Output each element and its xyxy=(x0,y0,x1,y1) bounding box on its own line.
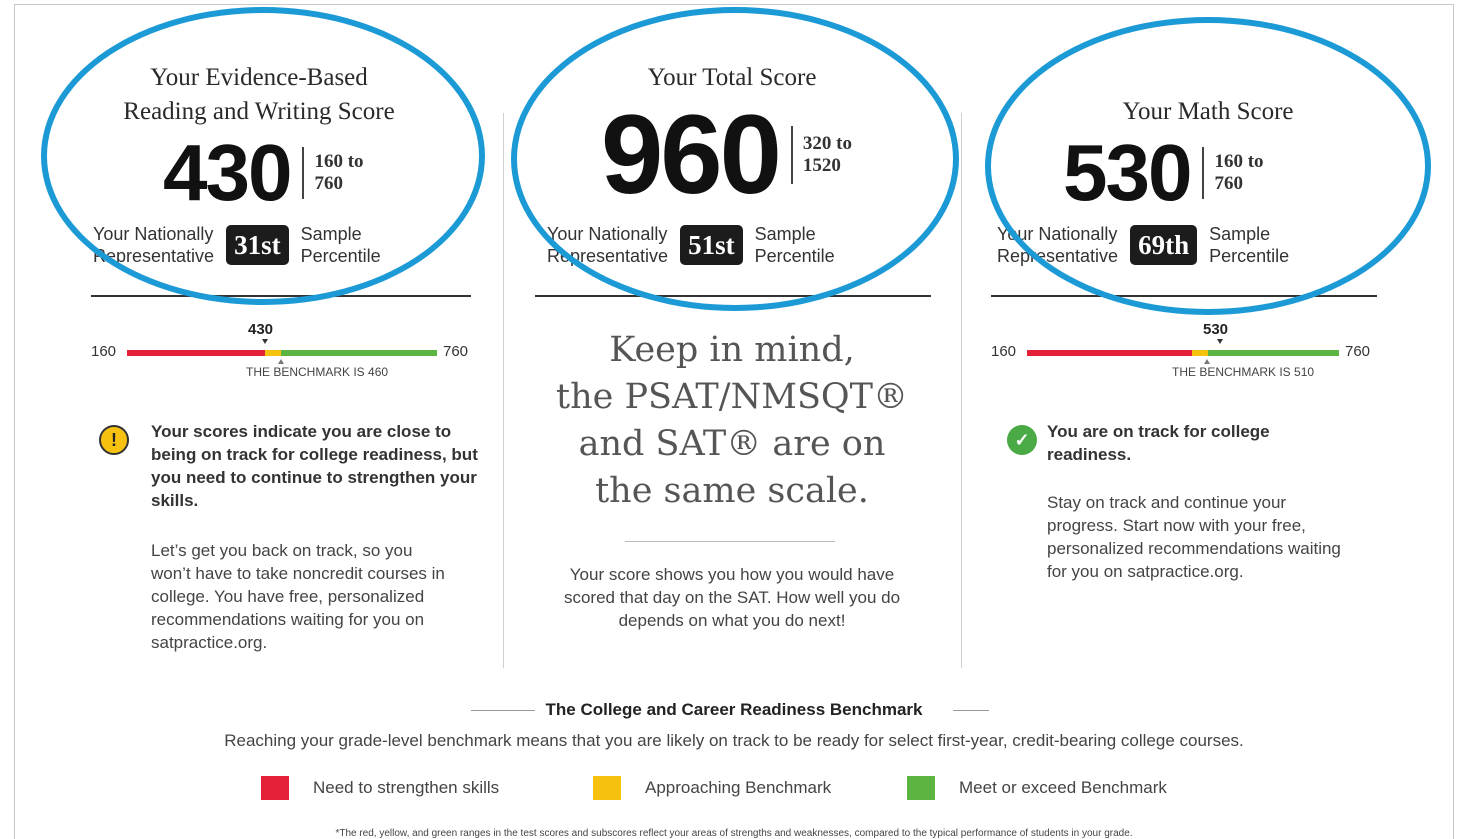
percentile-right-label: Sample Percentile xyxy=(1209,224,1290,266)
scale-segment-yellow xyxy=(1192,350,1208,356)
total-divider-line xyxy=(535,295,931,297)
check-circle-icon: ✓ xyxy=(1007,425,1037,455)
total-score-explanation: Your score shows you how you would have … xyxy=(563,565,901,630)
scale-segment-green xyxy=(1208,350,1339,356)
ebrw-title: Your Evidence-Based Reading and Writing … xyxy=(123,64,395,125)
legend-swatch-red xyxy=(261,776,289,800)
ebrw-percentile-badge: 31st xyxy=(226,225,289,265)
math-benchmark-text: THE BENCHMARK IS 510 xyxy=(1172,365,1315,379)
legend-item-approaching: Approaching Benchmark xyxy=(593,776,831,800)
total-title: Your Total Score xyxy=(647,64,817,91)
total-score-range: 320 to 1520 xyxy=(802,133,852,176)
scale-max-label: 760 xyxy=(1345,343,1371,360)
total-score: 960 xyxy=(601,92,782,217)
ebrw-section: Your Evidence-Based Reading and Writing … xyxy=(15,5,503,705)
scale-segment-green xyxy=(281,350,437,356)
scale-segment-yellow xyxy=(265,350,281,356)
scale-min-label: 160 xyxy=(991,343,1017,360)
ebrw-status-headline: Your scores indicate you are close to be… xyxy=(151,422,478,510)
total-percentile-row: Your Nationally Representative 51st Samp… xyxy=(547,223,835,267)
percentile-right-label: Sample Percentile xyxy=(754,224,835,266)
scale-max-label: 760 xyxy=(443,343,469,360)
legend-item-meet: Meet or exceed Benchmark xyxy=(907,776,1167,800)
score-marker-icon xyxy=(262,339,268,344)
benchmark-heading: The College and Career Readiness Benchma… xyxy=(15,700,1453,720)
ebrw-percentile-row: Your Nationally Representative 31st Samp… xyxy=(93,223,381,267)
math-score-row: 530 160 to 760 xyxy=(1063,133,1264,213)
message-divider xyxy=(625,541,835,542)
scale-segment-red xyxy=(1027,350,1192,356)
ebrw-status-body: Let’s get you back on track, so you won’… xyxy=(151,541,445,652)
math-section: Your Math Score 530 160 to 760 Your Nati… xyxy=(961,5,1455,705)
math-score-scale: 530 160 760 THE BENCHMARK IS 510 xyxy=(991,321,1391,403)
total-percentile-badge: 51st xyxy=(680,225,743,265)
score-divider xyxy=(790,126,793,184)
ebrw-score: 430 xyxy=(163,128,292,217)
math-percentile-badge: 69th xyxy=(1130,225,1198,265)
math-percentile-row: Your Nationally Representative 69th Samp… xyxy=(997,223,1289,267)
ebrw-score-marker-label: 430 xyxy=(248,321,274,338)
benchmark-description: Reaching your grade-level benchmark mean… xyxy=(224,731,1244,750)
legend-item-need-skills: Need to strengthen skills xyxy=(261,776,499,800)
percentile-right-label: Sample Percentile xyxy=(300,224,381,266)
ebrw-score-row: 430 160 to 760 xyxy=(163,133,364,213)
ebrw-divider-line xyxy=(91,295,471,297)
scale-min-label: 160 xyxy=(91,343,117,360)
ebrw-benchmark-text: THE BENCHMARK IS 460 xyxy=(246,365,389,379)
legend-swatch-green xyxy=(907,776,935,800)
math-status-headline: You are on track for college readiness. xyxy=(1047,422,1270,464)
math-score-marker-label: 530 xyxy=(1203,321,1229,338)
scale-track xyxy=(1027,350,1339,356)
benchmark-marker-icon xyxy=(278,359,284,364)
footnote: *The red, yellow, and green ranges in th… xyxy=(335,828,1133,839)
scale-segment-red xyxy=(127,350,265,356)
score-marker-icon xyxy=(1217,339,1223,344)
scale-track xyxy=(127,350,437,356)
math-status-body: Stay on track and continue your progress… xyxy=(1047,493,1341,581)
math-divider-line xyxy=(991,295,1377,297)
same-scale-message: Keep in mind, the PSAT/NMSQT® and SAT® a… xyxy=(556,330,908,511)
benchmark-marker-icon xyxy=(1204,359,1210,364)
total-section: Your Total Score 960 320 to 1520 Your Na… xyxy=(503,5,961,705)
legend-swatch-yellow xyxy=(593,776,621,800)
ebrw-score-scale: 430 160 760 THE BENCHMARK IS 460 xyxy=(91,321,481,403)
percentile-left-label: Your Nationally Representative xyxy=(997,224,1119,266)
warning-icon: ! xyxy=(99,425,129,455)
percentile-left-label: Your Nationally Representative xyxy=(93,224,215,266)
math-score-range: 160 to 760 xyxy=(1214,151,1264,194)
math-score: 530 xyxy=(1063,128,1192,217)
total-score-row: 960 320 to 1520 xyxy=(601,99,852,211)
score-divider xyxy=(302,147,305,199)
percentile-left-label: Your Nationally Representative xyxy=(547,224,669,266)
score-divider xyxy=(1202,147,1205,199)
ebrw-score-range: 160 to 760 xyxy=(314,151,364,194)
math-title: Your Math Score xyxy=(1122,98,1294,125)
score-report-page: Your Evidence-Based Reading and Writing … xyxy=(14,4,1454,839)
